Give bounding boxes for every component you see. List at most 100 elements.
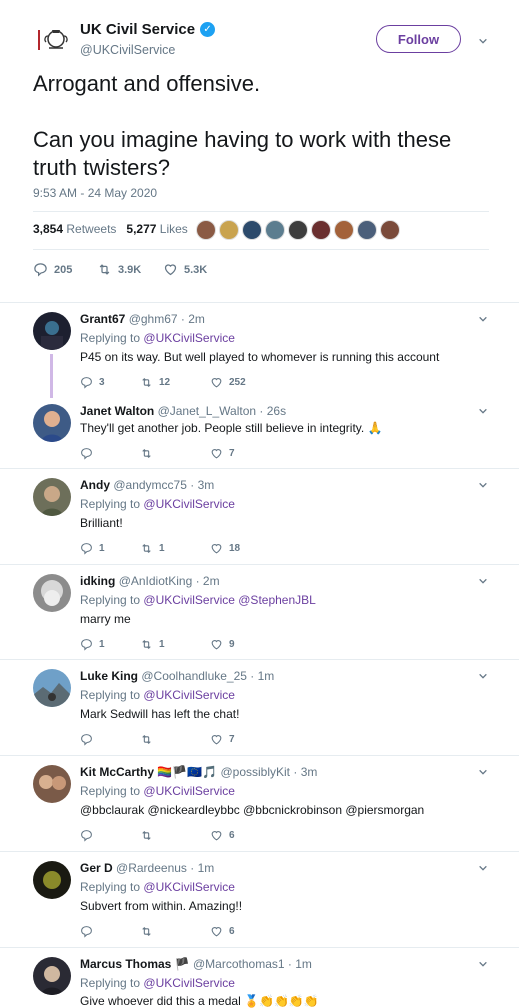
avatar[interactable] xyxy=(33,574,71,612)
likes-count[interactable]: 5,277 xyxy=(126,222,156,236)
reply-menu-caret-icon[interactable] xyxy=(478,671,488,681)
avatar[interactable] xyxy=(33,669,71,707)
reply-menu-caret-icon[interactable] xyxy=(478,959,488,969)
mention-link[interactable]: @UKCivilService xyxy=(143,784,235,798)
avatar[interactable] xyxy=(33,861,71,899)
retweet-action[interactable] xyxy=(140,829,210,842)
like-action[interactable]: 5.3K xyxy=(163,262,207,277)
account-handle[interactable]: @UKCivilService xyxy=(80,43,175,57)
like-icon[interactable] xyxy=(163,262,178,277)
liker-avatar[interactable] xyxy=(288,220,308,240)
reply-menu-caret-icon[interactable] xyxy=(478,480,488,490)
like-icon[interactable] xyxy=(210,542,223,555)
liker-avatar[interactable] xyxy=(196,220,216,240)
likes-label[interactable]: Likes xyxy=(160,222,188,236)
retweet-action[interactable]: 1 xyxy=(140,638,210,651)
retweets-label[interactable]: Retweets xyxy=(66,222,116,236)
reply-header[interactable]: Andy @andymcc75 · 3m xyxy=(80,478,214,492)
reply-action[interactable]: 1 xyxy=(80,638,140,651)
like-icon[interactable] xyxy=(210,829,223,842)
reply-header[interactable]: Luke King @Coolhandluke_25 · 1m xyxy=(80,669,274,683)
like-icon[interactable] xyxy=(210,376,223,389)
reply-menu-caret-icon[interactable] xyxy=(478,314,488,324)
like-icon[interactable] xyxy=(210,733,223,746)
reply-action[interactable] xyxy=(80,733,140,746)
retweet-icon[interactable] xyxy=(140,925,153,938)
retweet-action[interactable]: 12 xyxy=(140,376,210,389)
reply-icon[interactable] xyxy=(80,638,93,651)
reply-icon[interactable] xyxy=(80,733,93,746)
reply-menu-caret-icon[interactable] xyxy=(478,863,488,873)
reply-item[interactable]: Andy @andymcc75 · 3m Replying to @UKCivi… xyxy=(0,469,519,565)
retweet-action[interactable] xyxy=(140,733,210,746)
liker-avatar[interactable] xyxy=(357,220,377,240)
avatar[interactable] xyxy=(33,765,71,803)
avatar[interactable] xyxy=(33,478,71,516)
reply-action[interactable] xyxy=(80,925,140,938)
reply-action[interactable]: 3 xyxy=(80,376,140,389)
reply-action[interactable]: 205 xyxy=(33,262,97,277)
like-icon[interactable] xyxy=(210,925,223,938)
mention-link[interactable]: @UKCivilService xyxy=(143,976,235,990)
liker-avatar[interactable] xyxy=(334,220,354,240)
retweet-icon[interactable] xyxy=(140,829,153,842)
like-icon[interactable] xyxy=(210,447,223,460)
reply-item[interactable]: Kit McCarthy 🏳️‍🌈🏴🇪🇺🎵 @possiblyKit · 3m … xyxy=(0,756,519,852)
account-name[interactable]: UK Civil Service xyxy=(80,21,195,38)
tweet-menu-caret-icon[interactable] xyxy=(478,36,488,46)
avatar[interactable] xyxy=(33,312,71,350)
retweets-count[interactable]: 3,854 xyxy=(33,222,63,236)
retweet-action[interactable] xyxy=(140,447,210,460)
reply-header[interactable]: Janet Walton @Janet_L_Walton · 26s xyxy=(80,404,286,418)
tweet-timestamp[interactable]: 9:53 AM - 24 May 2020 xyxy=(33,186,157,200)
retweet-icon[interactable] xyxy=(140,376,153,389)
mention-link[interactable]: @UKCivilService @StephenJBL xyxy=(143,593,315,607)
like-action[interactable]: 9 xyxy=(210,638,235,651)
liker-avatar[interactable] xyxy=(265,220,285,240)
like-icon[interactable] xyxy=(210,638,223,651)
reply-icon[interactable] xyxy=(33,262,48,277)
reply-menu-caret-icon[interactable] xyxy=(478,576,488,586)
reply-item[interactable]: Ger D @Rardeenus · 1m Replying to @UKCiv… xyxy=(0,852,519,948)
retweet-icon[interactable] xyxy=(97,262,112,277)
mention-link[interactable]: @UKCivilService xyxy=(143,497,235,511)
liker-avatar[interactable] xyxy=(219,220,239,240)
mention-link[interactable]: @UKCivilService xyxy=(143,880,235,894)
reply-icon[interactable] xyxy=(80,925,93,938)
retweet-icon[interactable] xyxy=(140,733,153,746)
reply-header[interactable]: Grant67 @ghm67 · 2m xyxy=(80,312,205,326)
retweet-icon[interactable] xyxy=(140,542,153,555)
like-action[interactable]: 6 xyxy=(210,925,235,938)
liker-avatar[interactable] xyxy=(311,220,331,240)
liker-avatars[interactable] xyxy=(196,220,403,240)
reply-icon[interactable] xyxy=(80,376,93,389)
reply-icon[interactable] xyxy=(80,829,93,842)
reply-header[interactable]: Marcus Thomas 🏴 @Marcothomas1 · 1m xyxy=(80,957,312,971)
like-action[interactable]: 6 xyxy=(210,829,235,842)
reply-menu-caret-icon[interactable] xyxy=(478,406,488,416)
mention-link[interactable]: @UKCivilService xyxy=(143,331,235,345)
reply-icon[interactable] xyxy=(80,447,93,460)
like-action[interactable]: 7 xyxy=(210,447,235,460)
retweet-icon[interactable] xyxy=(140,447,153,460)
avatar[interactable] xyxy=(33,404,71,442)
avatar[interactable] xyxy=(33,957,71,995)
account-name-row[interactable]: UK Civil Service ✓ xyxy=(80,21,216,38)
reply-icon[interactable] xyxy=(80,542,93,555)
reply-header[interactable]: Kit McCarthy 🏳️‍🌈🏴🇪🇺🎵 @possiblyKit · 3m xyxy=(80,765,317,779)
reply-action[interactable] xyxy=(80,447,140,460)
reply-action[interactable]: 1 xyxy=(80,542,140,555)
like-action[interactable]: 18 xyxy=(210,542,240,555)
retweet-action[interactable]: 3.9K xyxy=(97,262,163,277)
liker-avatar[interactable] xyxy=(380,220,400,240)
reply-item[interactable]: Marcus Thomas 🏴 @Marcothomas1 · 1m Reply… xyxy=(0,948,519,1008)
follow-button[interactable]: Follow xyxy=(376,25,461,53)
reply-item[interactable]: Luke King @Coolhandluke_25 · 1m Replying… xyxy=(0,660,519,756)
reply-header[interactable]: idking @AnIdiotKing · 2m xyxy=(80,574,220,588)
retweet-icon[interactable] xyxy=(140,638,153,651)
retweet-action[interactable] xyxy=(140,925,210,938)
liker-avatar[interactable] xyxy=(242,220,262,240)
mention-link[interactable]: @UKCivilService xyxy=(143,688,235,702)
reply-item[interactable]: Grant67 @ghm67 · 2m Replying to @UKCivil… xyxy=(0,302,519,398)
retweet-action[interactable]: 1 xyxy=(140,542,210,555)
